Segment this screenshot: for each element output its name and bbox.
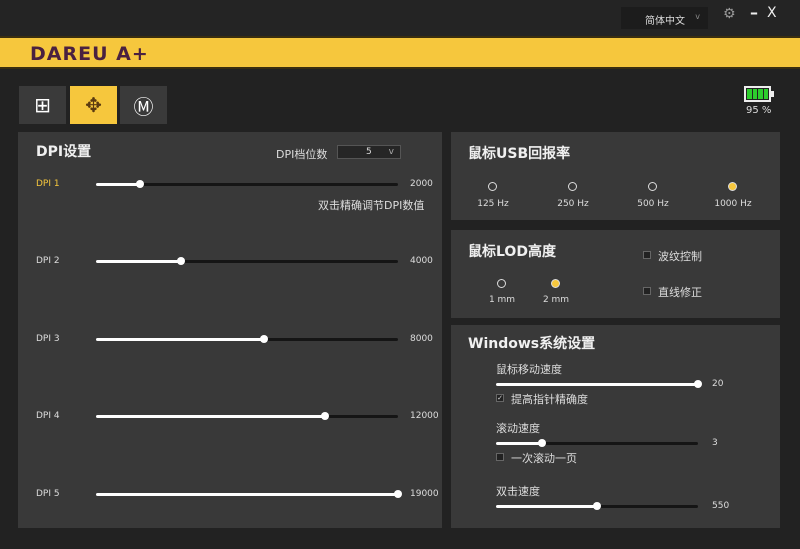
slider-fill [96,415,325,418]
usb-rate-radio[interactable] [568,182,577,191]
dpi-value[interactable]: 12000 [410,411,439,421]
dpi-slider[interactable] [96,180,398,188]
dpi-level-label[interactable]: DPI 4 [36,411,60,421]
dpi-level-label[interactable]: DPI 2 [36,256,60,266]
usb-rate-radio[interactable] [648,182,657,191]
dpi-title: DPI设置 [36,144,92,160]
dpi-slider[interactable] [96,490,402,498]
language-select[interactable]: 简体中文 v [621,7,708,29]
lod-radio[interactable] [551,279,560,288]
dpi-tab[interactable]: ✥ [70,86,117,124]
dpi-levels-value: 5 [366,147,372,157]
ripple-label: 波纹控制 [658,250,702,263]
dpi-value[interactable]: 4000 [410,256,433,266]
dpi-level-label[interactable]: DPI 3 [36,334,60,344]
dbl-value: 550 [712,501,730,511]
mouse-speed-label: 鼠标移动速度 [496,363,562,376]
slider-fill [496,383,698,386]
scroll-speed-label: 滚动速度 [496,422,540,435]
usb-rate-label: 1000 Hz [714,199,752,209]
move-arrows-icon: ✥ [85,93,102,117]
usb-rate-radio[interactable] [728,182,737,191]
angle-snap-checkbox[interactable] [643,287,651,295]
chevron-down-icon: v [695,12,700,21]
lod-label: 1 mm [488,295,516,305]
slider-thumb[interactable] [259,335,268,343]
speed-slider[interactable] [496,380,702,388]
scroll-slider[interactable] [496,439,698,447]
usb-rate-label: 125 Hz [477,199,509,209]
usb-title: 鼠标USB回报率 [468,146,571,162]
dbl-slider[interactable] [496,502,698,510]
dareu-logo: DAREU A+ [30,43,149,65]
usb-rate-radio[interactable] [488,182,497,191]
usb-rate-label: 250 Hz [557,199,589,209]
lod-radio[interactable] [497,279,506,288]
precision-label: 提高指针精确度 [511,393,588,406]
close-button[interactable]: X [767,5,777,21]
dpi-levels-select[interactable]: 5v [337,145,401,159]
usb-rate-label: 500 Hz [637,199,669,209]
dpi-level-label[interactable]: DPI 1 [36,179,60,189]
lod-title: 鼠标LOD高度 [468,244,556,260]
slider-fill [496,505,597,508]
double-click-label: 双击速度 [496,485,540,498]
dpi-value[interactable]: 8000 [410,334,433,344]
slider-thumb[interactable] [394,490,402,498]
macro-m-icon: Ⓜ [133,94,154,119]
slider-thumb[interactable] [176,257,185,265]
scroll-value: 3 [712,438,718,448]
speed-value: 20 [712,379,724,389]
dpi-slider[interactable] [96,257,398,265]
battery-icon [744,86,774,102]
dpi-panel [18,132,442,528]
ripple-checkbox[interactable] [643,251,651,259]
dpi-value[interactable]: 2000 [410,179,433,189]
slider-fill [96,493,398,496]
chevron-down-icon: v [388,147,394,157]
dpi-level-label[interactable]: DPI 5 [36,489,60,499]
slider-fill [96,338,264,341]
dpi-slider[interactable] [96,335,398,343]
slider-fill [96,183,141,186]
macro-tab[interactable]: Ⓜ [120,86,167,124]
slider-thumb[interactable] [694,380,702,388]
minimize-button[interactable]: – [750,3,758,22]
windows-title: Windows系统设置 [468,336,596,352]
custom-keys-tab[interactable]: ⊞ [19,86,66,124]
slider-thumb[interactable] [320,412,329,420]
scroll-page-label: 一次滚动一页 [511,452,577,465]
dpi-value[interactable]: 19000 [410,489,439,499]
language-value: 简体中文 [645,16,685,27]
scroll-page-checkbox[interactable] [496,453,504,461]
slider-fill [96,260,181,263]
slider-fill [496,442,543,445]
dpi-levels-label: DPI档位数 [276,148,328,161]
angle-snap-label: 直线修正 [658,286,702,299]
dpi-hint: 双击精确调节DPI数值 [318,199,425,212]
dpi-slider[interactable] [96,412,398,420]
precision-checkbox[interactable]: ✓ [496,394,504,402]
slider-thumb[interactable] [593,502,601,510]
gear-icon[interactable]: ⚙ [723,6,736,22]
battery-percent: 95 % [746,105,772,116]
plus-square-icon: ⊞ [34,93,51,117]
lod-label: 2 mm [542,295,570,305]
